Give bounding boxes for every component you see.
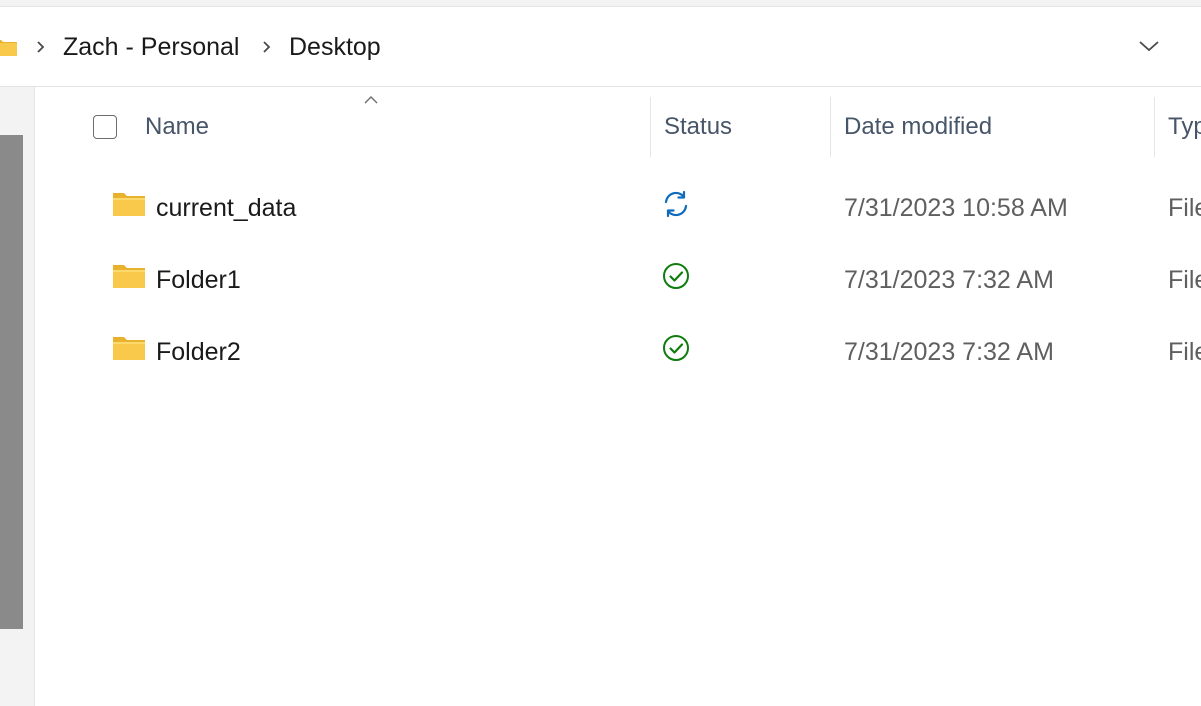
file-name[interactable]: Folder1 bbox=[156, 264, 241, 296]
sync-pending-icon bbox=[664, 190, 688, 218]
navigation-pane bbox=[0, 87, 35, 706]
file-type: File bbox=[1168, 194, 1201, 222]
file-row[interactable]: Folder2 7/31/2023 7:32 AM File bbox=[35, 322, 1201, 378]
file-row[interactable]: Folder1 7/31/2023 7:32 AM File bbox=[35, 250, 1201, 306]
synced-check-icon bbox=[663, 263, 689, 289]
column-header-date-modified[interactable]: Date modified bbox=[844, 111, 992, 143]
column-header-name[interactable]: Name bbox=[145, 111, 209, 143]
file-date-modified: 7/31/2023 10:58 AM bbox=[844, 194, 1068, 222]
file-name[interactable]: current_data bbox=[156, 192, 296, 224]
column-divider[interactable] bbox=[830, 97, 831, 157]
column-header-status[interactable]: Status bbox=[664, 111, 732, 143]
folder-icon bbox=[0, 40, 17, 56]
synced-check-icon bbox=[663, 335, 689, 361]
file-date-modified: 7/31/2023 7:32 AM bbox=[844, 338, 1054, 366]
sort-ascending-icon bbox=[364, 96, 378, 104]
title-bar-edge bbox=[0, 0, 1201, 7]
column-header-row: Name Status Date modified Typ bbox=[35, 96, 1201, 157]
chevron-down-icon[interactable] bbox=[1136, 37, 1162, 55]
folder-icon bbox=[113, 193, 145, 216]
file-type: File bbox=[1168, 266, 1201, 294]
column-divider[interactable] bbox=[1154, 97, 1155, 157]
file-name[interactable]: Folder2 bbox=[156, 336, 241, 368]
file-date-modified: 7/31/2023 7:32 AM bbox=[844, 266, 1054, 294]
file-explorer-window: Zach - Personal Desktop Name Status Date… bbox=[0, 0, 1201, 706]
file-type: File bbox=[1168, 338, 1201, 366]
breadcrumb-item-zach-personal[interactable]: Zach - Personal bbox=[63, 31, 239, 63]
folder-icon bbox=[113, 265, 145, 288]
chevron-right-icon[interactable] bbox=[35, 40, 47, 54]
address-bar[interactable]: Zach - Personal Desktop bbox=[0, 7, 1201, 87]
chevron-right-icon[interactable] bbox=[261, 40, 273, 54]
file-list: Name Status Date modified Typ current_da… bbox=[35, 87, 1201, 706]
column-divider[interactable] bbox=[650, 97, 651, 157]
column-header-type[interactable]: Typ bbox=[1168, 111, 1201, 143]
file-row[interactable]: current_data 7/31/2023 10:58 AM File bbox=[35, 178, 1201, 234]
breadcrumb-item-desktop[interactable]: Desktop bbox=[289, 31, 381, 63]
select-all-checkbox[interactable] bbox=[93, 115, 117, 139]
nav-scrollbar-thumb[interactable] bbox=[0, 135, 23, 629]
folder-icon bbox=[113, 337, 145, 360]
